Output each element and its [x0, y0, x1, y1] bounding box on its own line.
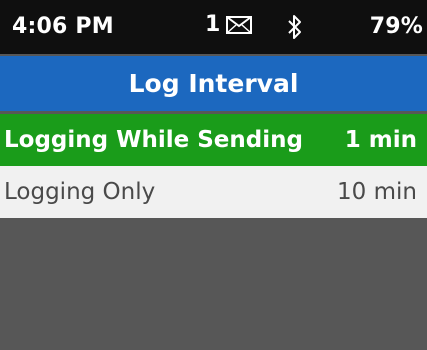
option-value: 1 min [344, 127, 417, 153]
status-bar: 4:06 PM 1 79% [0, 0, 427, 54]
battery-percentage: 79% [369, 14, 423, 39]
bluetooth-icon [286, 14, 304, 40]
option-logging-only[interactable]: Logging Only 10 min [0, 166, 427, 218]
option-logging-while-sending[interactable]: Logging While Sending 1 min [0, 114, 427, 166]
screen-title: Log Interval [0, 56, 427, 111]
option-label: Logging While Sending [4, 127, 303, 153]
status-time: 4:06 PM [12, 14, 114, 39]
envelope-icon [226, 16, 253, 34]
empty-list-area [0, 218, 427, 350]
message-indicator: 1 [205, 12, 253, 37]
option-label: Logging Only [4, 179, 156, 205]
option-value: 10 min [337, 179, 417, 205]
message-count: 1 [205, 12, 221, 37]
